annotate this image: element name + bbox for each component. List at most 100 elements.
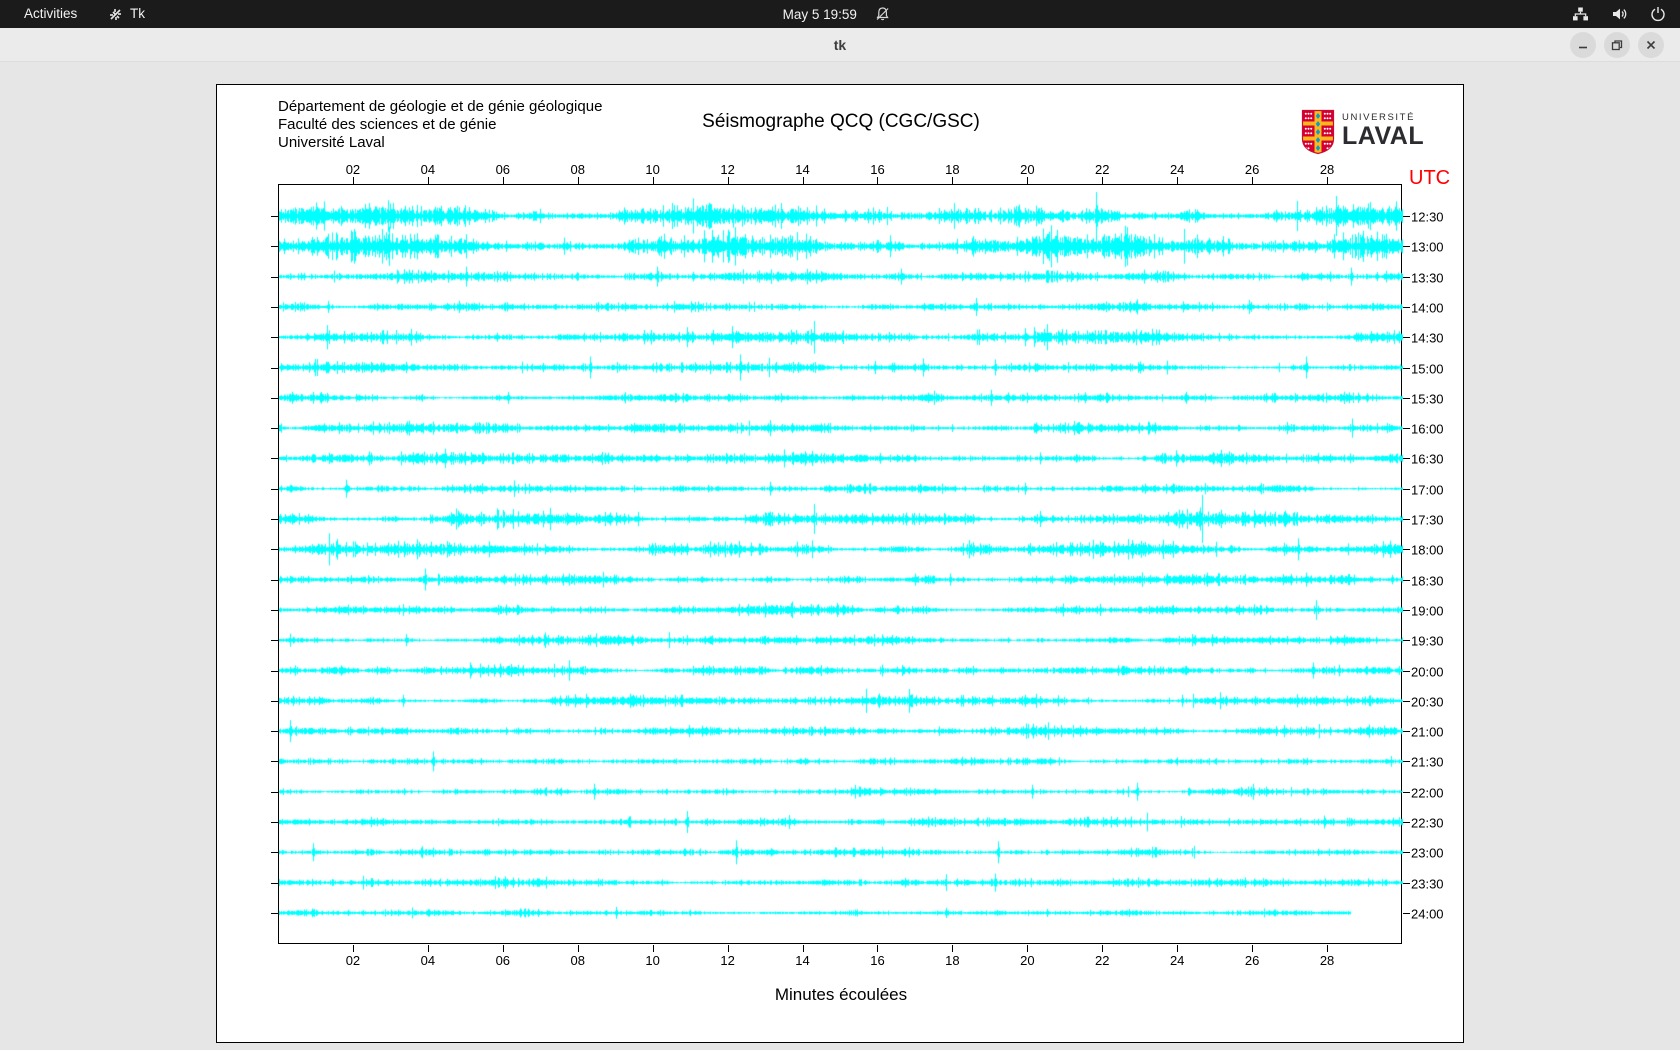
x-tick-label-top: 26: [1244, 162, 1260, 177]
trace-time-label: 19:00: [1411, 603, 1444, 619]
clock-menu[interactable]: May 5 19:59: [783, 0, 891, 28]
chart-title: Séismographe QCQ (CGC/GSC): [702, 111, 980, 132]
x-tick-label-bottom: 08: [570, 953, 585, 968]
trace-tick-right: [1403, 791, 1410, 793]
x-tick-label-top: 20: [1020, 162, 1035, 177]
trace-time-label: 16:30: [1411, 451, 1444, 467]
window-title: tk: [833, 37, 847, 53]
trace-tick-right: [1403, 700, 1410, 702]
x-tick-bottom: [802, 945, 804, 952]
x-tick-label-top: 12: [720, 162, 735, 177]
trace-time-label: 22:30: [1411, 815, 1444, 831]
x-tick-label-bottom: 22: [1095, 953, 1110, 968]
institution-line-3: Université Laval: [278, 134, 385, 151]
restore-button[interactable]: [1604, 32, 1630, 58]
trace-tick-right: [1403, 488, 1410, 490]
trace-tick-left: [271, 579, 278, 581]
x-axis-title: Minutes écoulées: [774, 985, 908, 1004]
volume-icon: [1613, 8, 1627, 20]
x-tick-label-bottom: 14: [795, 953, 810, 968]
trace-tick-left: [271, 428, 278, 430]
x-tick-label-top: 14: [795, 162, 810, 177]
minimize-icon: [1579, 46, 1587, 49]
trace-tick-left: [271, 912, 278, 914]
trace-tick-right: [1403, 428, 1410, 430]
app-indicator[interactable]: Tk: [108, 0, 145, 28]
system-status-area[interactable]: [1572, 0, 1666, 28]
trace-time-label: 13:00: [1411, 239, 1444, 255]
trace-tick-left: [271, 731, 278, 733]
trace-time-label: 20:30: [1411, 694, 1444, 710]
x-tick-top: [952, 177, 954, 184]
trace-tick-right: [1403, 216, 1410, 217]
activities-button[interactable]: Activities: [24, 0, 77, 28]
trace-tick-left: [271, 549, 278, 551]
x-tick-top: [652, 177, 654, 184]
trace-tick-left: [271, 700, 278, 702]
trace-tick-left: [271, 519, 278, 520]
x-tick-bottom: [427, 945, 429, 952]
clock-label: May 5 19:59: [782, 6, 857, 22]
x-tick-label-bottom: 06: [495, 953, 511, 968]
trace-tick-right: [1403, 731, 1410, 733]
x-tick-label-bottom: 18: [945, 953, 960, 968]
x-tick-top: [877, 177, 879, 184]
trace-time-label: 17:30: [1411, 512, 1444, 528]
power-icon: [1651, 7, 1665, 22]
app-indicator-label: Tk: [130, 6, 145, 21]
x-tick-top: [1102, 177, 1104, 184]
trace-tick-right: [1403, 670, 1410, 672]
x-tick-label-bottom: 10: [645, 953, 660, 968]
desktop: Activities Tk May 5 19:59 tk Département…: [0, 0, 1680, 1050]
trace-tick-left: [271, 640, 278, 642]
x-tick-bottom: [877, 945, 879, 952]
x-tick-bottom: [502, 945, 504, 952]
x-tick-label-top: 18: [945, 162, 960, 177]
x-tick-label-top: 02: [345, 162, 361, 177]
x-tick-label-top: 10: [645, 162, 660, 177]
minimize-button[interactable]: [1570, 32, 1596, 58]
x-tick-label-top: 06: [495, 162, 511, 177]
tk-app-icon: [110, 8, 121, 20]
trace-tick-right: [1403, 246, 1410, 248]
trace-time-label: 21:30: [1411, 754, 1444, 770]
trace-tick-right: [1403, 640, 1410, 642]
close-icon: [1646, 40, 1656, 50]
x-tick-top: [352, 177, 354, 184]
trace-time-label: 17:00: [1411, 482, 1444, 498]
x-tick-bottom: [952, 945, 954, 952]
trace-time-label: 24:00: [1411, 906, 1444, 922]
trace-tick-left: [271, 246, 278, 248]
trace-tick-right: [1403, 912, 1410, 914]
trace-tick-left: [271, 216, 278, 217]
trace-time-label: 21:00: [1411, 724, 1444, 740]
close-button[interactable]: [1638, 32, 1664, 58]
trace-time-label: 13:30: [1411, 270, 1444, 286]
laval-shield-icon: [1301, 109, 1335, 155]
x-tick-top: [802, 177, 804, 184]
x-tick-label-top: 04: [420, 162, 436, 177]
x-tick-label-bottom: 12: [720, 953, 735, 968]
x-tick-bottom: [352, 945, 354, 952]
x-tick-bottom: [1102, 945, 1104, 952]
wired-network-icon: [1573, 7, 1588, 21]
trace-time-label: 16:00: [1411, 421, 1444, 437]
trace-time-label: 14:00: [1411, 300, 1444, 316]
trace-time-label: 23:00: [1411, 845, 1444, 861]
trace-time-label: 23:30: [1411, 876, 1444, 892]
trace-tick-left: [271, 822, 278, 823]
x-tick-bottom: [652, 945, 654, 952]
x-tick-top: [1027, 177, 1029, 184]
x-tick-label-bottom: 16: [870, 953, 885, 968]
window-titlebar: tk: [0, 28, 1680, 62]
x-tick-label-top: 28: [1319, 162, 1335, 177]
trace-time-label: 22:00: [1411, 785, 1444, 801]
trace-tick-left: [271, 791, 278, 793]
trace-tick-left: [271, 337, 278, 339]
trace-tick-left: [271, 852, 278, 854]
notifications-muted-icon: [876, 7, 889, 21]
x-tick-top: [1327, 177, 1329, 184]
trace-tick-right: [1403, 761, 1410, 763]
x-tick-top: [427, 177, 429, 184]
trace-time-label: 18:00: [1411, 542, 1444, 558]
